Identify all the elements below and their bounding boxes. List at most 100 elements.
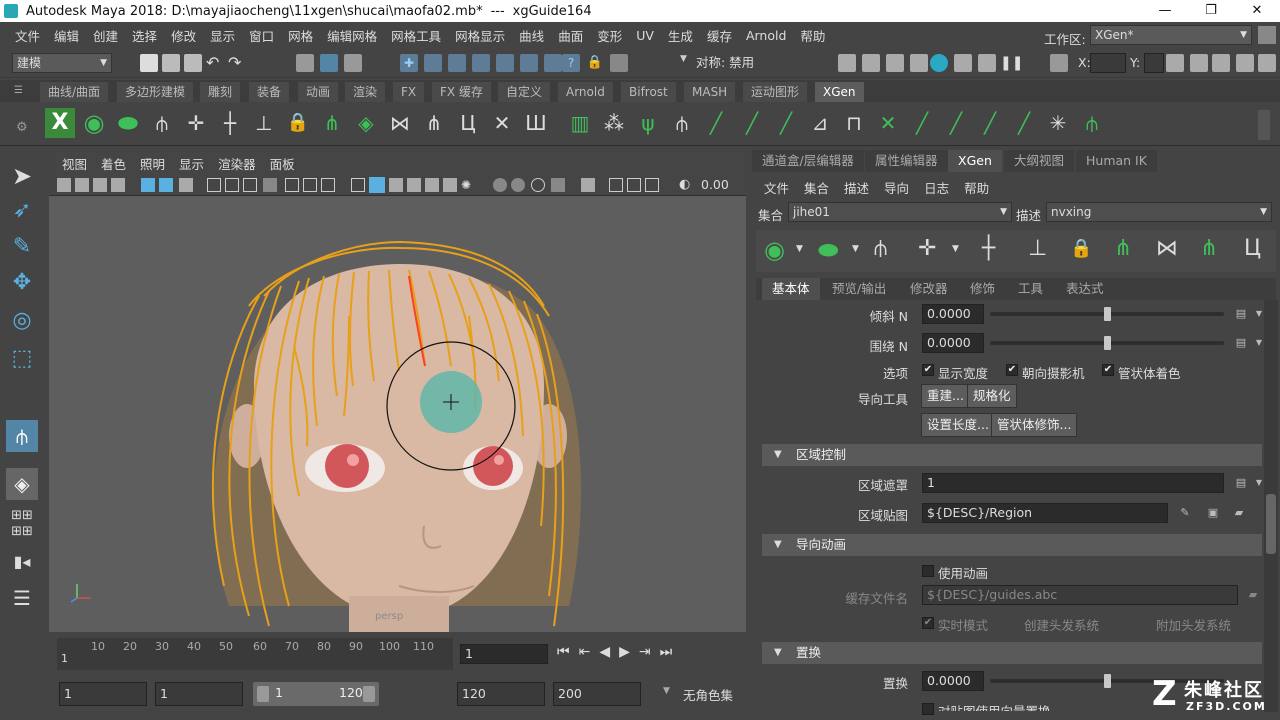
guide-layer-icon[interactable]: ◈ (351, 108, 381, 138)
subtab-expressions[interactable]: 表达式 (1056, 278, 1114, 300)
guide-length-tool-icon[interactable]: ⋈ (1156, 236, 1178, 261)
safe-action-icon[interactable] (285, 178, 299, 192)
select-hierarchy-icon[interactable] (296, 54, 314, 72)
paint-select-icon[interactable]: ✎ (6, 234, 38, 266)
arnold-ipr-icon[interactable] (978, 54, 996, 72)
menu-modify[interactable]: 修改 (164, 26, 203, 45)
groom-density-icon[interactable]: ψ (633, 108, 663, 138)
groom-create-icon[interactable]: ▥ (565, 108, 595, 138)
panel-toggle-icon[interactable] (1258, 26, 1276, 44)
snap-live-icon[interactable] (520, 54, 538, 72)
add-guide-point-icon[interactable]: ┼ (982, 236, 995, 261)
menu-help[interactable]: 帮助 (793, 26, 832, 45)
snap-curve-icon[interactable] (424, 54, 442, 72)
shelf-tab-animation[interactable]: 动画 (298, 82, 339, 102)
playback-end-field[interactable]: 120 (457, 682, 545, 706)
preview-eye-icon[interactable]: ◉ (764, 236, 785, 264)
xgen-menu-file[interactable]: 文件 (764, 178, 789, 197)
vp-menu-shading[interactable]: 着色 (94, 154, 133, 173)
attach-hair-system-label[interactable]: 附加头发系统 (1156, 615, 1231, 634)
snap-view-plane-icon[interactable] (496, 54, 514, 72)
tube-shade-checkbox[interactable]: ✔ (1102, 364, 1114, 376)
region-map-field[interactable]: ${DESC}/Region (922, 503, 1168, 523)
save-scene-icon[interactable] (184, 54, 202, 72)
four-view-icon[interactable]: ⊞⊞ ⊞⊞ (6, 508, 38, 540)
description-dropdown[interactable]: nvxing ▼ (1046, 202, 1272, 222)
shelf-tab-mash[interactable]: MASH (684, 82, 736, 102)
xgen-eye-icon[interactable]: ◉ (79, 108, 109, 138)
snap-grid-icon[interactable]: ✚ (400, 54, 418, 72)
xgen-guide-tool-icon[interactable]: ⫛ (6, 420, 38, 452)
ambient-occlusion-icon[interactable] (493, 178, 507, 192)
move-guides-chevron-icon[interactable]: ▼ (952, 244, 959, 254)
menu-select[interactable]: 选择 (125, 26, 164, 45)
twist-field[interactable]: 0.0000 (922, 333, 984, 353)
shelf-tab-fx-cache[interactable]: FX 缓存 (432, 82, 491, 102)
tool-settings-icon[interactable] (1236, 54, 1254, 72)
groom-freeze-icon[interactable]: ╱ (907, 108, 937, 138)
character-set[interactable]: 无角色集 (683, 685, 733, 704)
guide-delete-icon[interactable]: ✕ (487, 108, 517, 138)
restore-icon[interactable]: ❐ (1188, 0, 1234, 22)
menu-create[interactable]: 创建 (86, 26, 125, 45)
film-gate-icon[interactable] (207, 178, 221, 192)
tab-outliner[interactable]: 大纲视图 (1004, 150, 1075, 172)
arnold-render-icon[interactable] (954, 54, 972, 72)
step-forward-key-icon[interactable]: ⇥ (639, 644, 660, 660)
animation-start-field[interactable]: 1 (59, 682, 147, 706)
safe-title-icon[interactable] (303, 178, 317, 192)
shelf-scroll[interactable] (1258, 110, 1270, 140)
resolution-gate-icon[interactable] (225, 178, 239, 192)
isolate-select-icon[interactable] (581, 178, 595, 192)
create-hair-system-label[interactable]: 创建头发系统 (1024, 615, 1099, 634)
displacement-field[interactable]: 0.0000 (922, 671, 984, 691)
shelf-menu-icon[interactable]: ☰ (14, 85, 23, 96)
groom-clump-icon[interactable]: ✕ (873, 108, 903, 138)
menu-surfaces[interactable]: 曲面 (551, 26, 590, 45)
region-folder-icon[interactable]: ▰ (1230, 506, 1248, 520)
undo-icon[interactable]: ↶ (206, 54, 224, 72)
menu-edit-mesh[interactable]: 编辑网格 (320, 26, 384, 45)
subtab-primitives[interactable]: 基本体 (762, 278, 820, 300)
redo-icon[interactable]: ↷ (228, 54, 246, 72)
transform-constraint-icon[interactable] (1050, 54, 1068, 72)
region-control-header[interactable]: ▼ 区域控制 (762, 444, 1262, 466)
workspace-dropdown[interactable]: XGen* ▼ (1090, 25, 1252, 45)
shelf-tab-curves[interactable]: 曲线/曲面 (40, 82, 109, 102)
subtab-modifiers[interactable]: 修改器 (900, 278, 958, 300)
guide-sculpt-icon[interactable]: ⋔ (419, 108, 449, 138)
lasso-tool-icon[interactable]: ➶ (6, 198, 38, 230)
xgen-menu-log[interactable]: 日志 (924, 178, 949, 197)
grid-icon[interactable] (179, 178, 193, 192)
face-camera-checkbox[interactable]: ✔ (1006, 364, 1018, 376)
lean-slider-knob[interactable] (1103, 307, 1111, 321)
vp-menu-renderer[interactable]: 渲染器 (211, 154, 263, 173)
smooth-shade-icon[interactable] (369, 177, 385, 193)
step-forward-icon[interactable]: ⏭ (660, 644, 682, 660)
cache-folder-icon[interactable]: ▰ (1244, 588, 1262, 602)
y-coordinate-field[interactable] (1144, 53, 1164, 73)
menu-mesh[interactable]: 网格 (281, 26, 320, 45)
xgen-editor-icon[interactable]: X (45, 108, 75, 138)
xray-icon[interactable] (609, 178, 623, 192)
wireframe-icon[interactable] (351, 178, 365, 192)
tab-channel-box[interactable]: 通道盒/层编辑器 (752, 150, 864, 172)
menu-mesh-tools[interactable]: 网格工具 (384, 26, 448, 45)
render-view-icon[interactable] (838, 54, 856, 72)
gate-mask-icon[interactable] (243, 178, 257, 192)
snap-grid-plane-icon[interactable] (544, 54, 562, 72)
shelf-settings-icon[interactable]: ⚙ (16, 120, 28, 135)
groom-comb-icon[interactable]: ╱ (701, 108, 731, 138)
groom-direction-icon[interactable]: ╱ (1009, 108, 1039, 138)
render-current-icon[interactable] (862, 54, 880, 72)
vp-menu-lighting[interactable]: 照明 (133, 154, 172, 173)
lock-guide-icon[interactable]: 🔒 (1070, 238, 1092, 259)
vp-menu-panels[interactable]: 面板 (263, 154, 302, 173)
shelf-tab-rendering[interactable]: 渲染 (345, 82, 386, 102)
groom-star-icon[interactable]: ✳ (1043, 108, 1073, 138)
hypershade-icon[interactable] (930, 54, 948, 72)
guide-sculpt-tool-icon[interactable]: ⋔ (1200, 236, 1218, 261)
show-guide-icon[interactable]: ⊥ (1028, 236, 1047, 261)
new-scene-icon[interactable] (140, 54, 158, 72)
update-options-chevron-icon[interactable]: ▼ (852, 244, 859, 254)
